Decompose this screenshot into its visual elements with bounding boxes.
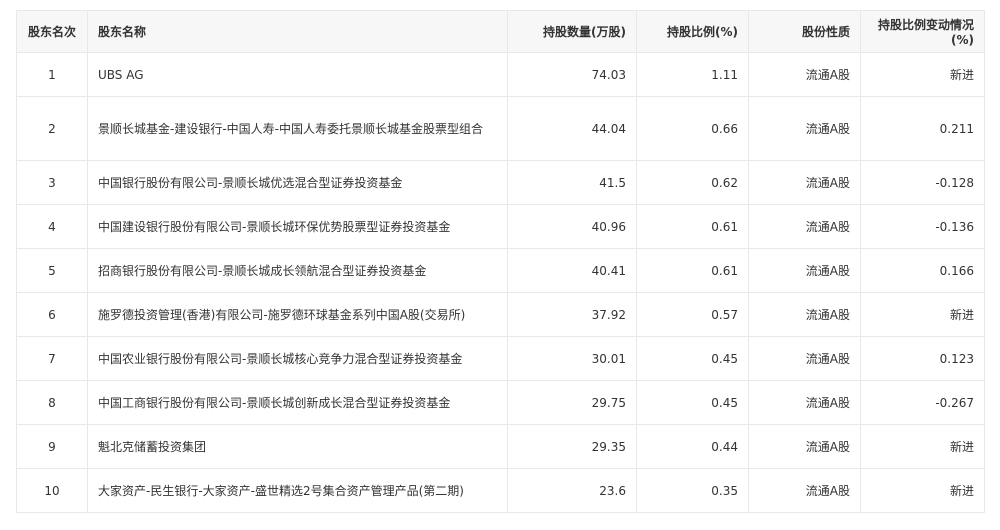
cell-shares: 37.92 — [507, 292, 637, 337]
header-type: 股份性质 — [748, 10, 861, 53]
cell-type: 流通A股 — [748, 52, 861, 97]
cell-type: 流通A股 — [748, 160, 861, 205]
cell-ratio: 0.35 — [636, 468, 749, 513]
cell-change: 新进 — [860, 424, 985, 469]
cell-change: 新进 — [860, 52, 985, 97]
cell-name: 中国农业银行股份有限公司-景顺长城核心竞争力混合型证券投资基金 — [87, 336, 508, 381]
cell-change: 0.211 — [860, 96, 985, 161]
cell-rank: 5 — [16, 248, 88, 293]
cell-shares: 44.04 — [507, 96, 637, 161]
cell-change: 0.123 — [860, 336, 985, 381]
cell-name: UBS AG — [87, 52, 508, 97]
table-row: 3 中国银行股份有限公司-景顺长城优选混合型证券投资基金 41.5 0.62 流… — [16, 160, 985, 205]
cell-change: 新进 — [860, 468, 985, 513]
cell-name: 大家资产-民生银行-大家资产-盛世精选2号集合资产管理产品(第二期) — [87, 468, 508, 513]
table-row: 7 中国农业银行股份有限公司-景顺长城核心竞争力混合型证券投资基金 30.01 … — [16, 336, 985, 381]
cell-ratio: 0.57 — [636, 292, 749, 337]
cell-rank: 1 — [16, 52, 88, 97]
cell-change: -0.136 — [860, 204, 985, 249]
cell-rank: 8 — [16, 380, 88, 425]
cell-shares: 41.5 — [507, 160, 637, 205]
cell-rank: 6 — [16, 292, 88, 337]
cell-name: 中国银行股份有限公司-景顺长城优选混合型证券投资基金 — [87, 160, 508, 205]
table-row: 4 中国建设银行股份有限公司-景顺长城环保优势股票型证券投资基金 40.96 0… — [16, 204, 985, 249]
cell-ratio: 0.62 — [636, 160, 749, 205]
header-name: 股东名称 — [87, 10, 508, 53]
table-row: 10 大家资产-民生银行-大家资产-盛世精选2号集合资产管理产品(第二期) 23… — [16, 468, 985, 513]
header-shares: 持股数量(万股) — [507, 10, 637, 53]
cell-rank: 4 — [16, 204, 88, 249]
cell-type: 流通A股 — [748, 248, 861, 293]
cell-change: -0.128 — [860, 160, 985, 205]
cell-name: 施罗德投资管理(香港)有限公司-施罗德环球基金系列中国A股(交易所) — [87, 292, 508, 337]
table-row: 1 UBS AG 74.03 1.11 流通A股 新进 — [16, 52, 985, 97]
cell-rank: 9 — [16, 424, 88, 469]
header-rank: 股东名次 — [16, 10, 88, 53]
cell-shares: 40.41 — [507, 248, 637, 293]
header-change: 持股比例变动情况(%) — [860, 10, 985, 53]
cell-type: 流通A股 — [748, 292, 861, 337]
table-row: 8 中国工商银行股份有限公司-景顺长城创新成长混合型证券投资基金 29.75 0… — [16, 380, 985, 425]
cell-rank: 3 — [16, 160, 88, 205]
cell-name: 景顺长城基金-建设银行-中国人寿-中国人寿委托景顺长城基金股票型组合 — [87, 96, 508, 161]
cell-name: 魁北克储蓄投资集团 — [87, 424, 508, 469]
cell-rank: 7 — [16, 336, 88, 381]
cell-rank: 2 — [16, 96, 88, 161]
table-row: 9 魁北克储蓄投资集团 29.35 0.44 流通A股 新进 — [16, 424, 985, 469]
cell-change: 新进 — [860, 292, 985, 337]
cell-rank: 10 — [16, 468, 88, 513]
table-row: 6 施罗德投资管理(香港)有限公司-施罗德环球基金系列中国A股(交易所) 37.… — [16, 292, 985, 337]
cell-change: -0.267 — [860, 380, 985, 425]
table-header: 股东名次 股东名称 持股数量(万股) 持股比例(%) 股份性质 持股比例变动情况… — [16, 10, 985, 53]
cell-shares: 29.35 — [507, 424, 637, 469]
cell-ratio: 0.66 — [636, 96, 749, 161]
cell-name: 中国建设银行股份有限公司-景顺长城环保优势股票型证券投资基金 — [87, 204, 508, 249]
cell-ratio: 0.45 — [636, 336, 749, 381]
cell-name: 中国工商银行股份有限公司-景顺长城创新成长混合型证券投资基金 — [87, 380, 508, 425]
cell-type: 流通A股 — [748, 204, 861, 249]
cell-shares: 30.01 — [507, 336, 637, 381]
cell-name: 招商银行股份有限公司-景顺长城成长领航混合型证券投资基金 — [87, 248, 508, 293]
cell-ratio: 1.11 — [636, 52, 749, 97]
cell-ratio: 0.61 — [636, 248, 749, 293]
shareholder-table: 股东名次 股东名称 持股数量(万股) 持股比例(%) 股份性质 持股比例变动情况… — [16, 10, 985, 513]
cell-shares: 74.03 — [507, 52, 637, 97]
cell-type: 流通A股 — [748, 336, 861, 381]
header-row: 股东名次 股东名称 持股数量(万股) 持股比例(%) 股份性质 持股比例变动情况… — [16, 10, 985, 53]
cell-type: 流通A股 — [748, 380, 861, 425]
table-row: 5 招商银行股份有限公司-景顺长城成长领航混合型证券投资基金 40.41 0.6… — [16, 248, 985, 293]
cell-ratio: 0.45 — [636, 380, 749, 425]
shareholder-table-container: 股东名次 股东名称 持股数量(万股) 持股比例(%) 股份性质 持股比例变动情况… — [16, 10, 985, 513]
cell-change: 0.166 — [860, 248, 985, 293]
cell-type: 流通A股 — [748, 96, 861, 161]
header-ratio: 持股比例(%) — [636, 10, 749, 53]
cell-shares: 40.96 — [507, 204, 637, 249]
cell-shares: 29.75 — [507, 380, 637, 425]
table-body: 1 UBS AG 74.03 1.11 流通A股 新进 2 景顺长城基金-建设银… — [16, 52, 985, 513]
cell-shares: 23.6 — [507, 468, 637, 513]
table-row: 2 景顺长城基金-建设银行-中国人寿-中国人寿委托景顺长城基金股票型组合 44.… — [16, 96, 985, 161]
cell-type: 流通A股 — [748, 468, 861, 513]
cell-type: 流通A股 — [748, 424, 861, 469]
cell-ratio: 0.44 — [636, 424, 749, 469]
cell-ratio: 0.61 — [636, 204, 749, 249]
